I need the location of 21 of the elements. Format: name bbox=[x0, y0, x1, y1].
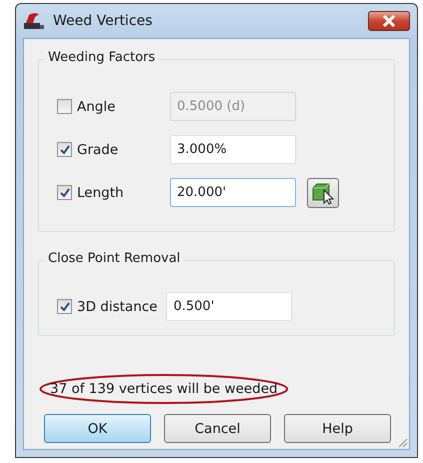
pick-button[interactable] bbox=[307, 178, 339, 208]
checkbox-label: Length bbox=[77, 184, 125, 200]
window-title: Weed Vertices bbox=[53, 13, 154, 29]
checkbox-label: Grade bbox=[77, 142, 120, 158]
input-field[interactable]: 0.500' bbox=[166, 292, 292, 321]
checkbox[interactable] bbox=[57, 185, 72, 200]
input-field[interactable]: 20.000' bbox=[170, 178, 296, 207]
status-text: 37 of 139 vertices will be weeded bbox=[50, 381, 278, 397]
app-icon bbox=[23, 12, 45, 30]
dialog-button[interactable]: Cancel bbox=[164, 414, 271, 443]
close-icon bbox=[382, 15, 396, 27]
dialog-button[interactable]: OK bbox=[44, 414, 151, 443]
resize-grip-icon[interactable] bbox=[396, 436, 408, 448]
checkbox-label: 3D distance bbox=[77, 298, 158, 314]
checkbox[interactable] bbox=[57, 142, 72, 157]
close-button[interactable] bbox=[368, 11, 410, 31]
checkbox[interactable] bbox=[57, 299, 72, 314]
group-title: Weeding Factors bbox=[45, 50, 158, 65]
checkbox-label: Angle bbox=[77, 98, 116, 114]
input-field[interactable]: 3.000% bbox=[170, 135, 296, 164]
dialog-button[interactable]: Help bbox=[284, 414, 391, 443]
